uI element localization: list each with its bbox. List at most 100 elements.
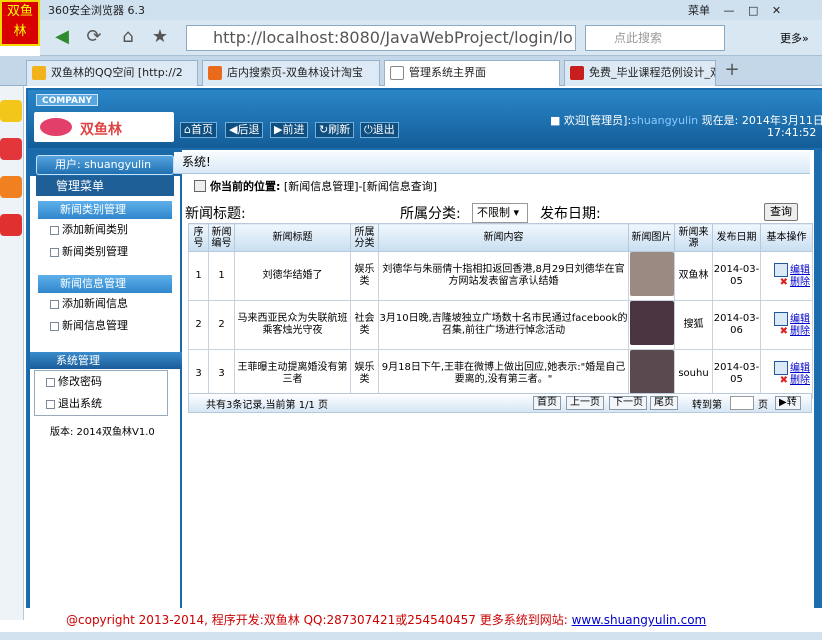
column-header: 新闻来源 [674,223,713,252]
back-button[interactable]: ◀后退 [225,122,264,138]
clock: 17:41:52 [767,126,817,139]
group-system[interactable]: 系统管理 [30,352,182,369]
logout-button-label: 退出 [372,123,395,136]
table-row: 2 2 马来西亚民众为失联航班乘客烛光守夜 社会类 3月10日晚,吉隆坡独立广场数十名市… [188,300,813,350]
last-page-button[interactable]: 尾页 [650,396,678,410]
cell-seq: 3 [188,349,209,399]
menu-button[interactable]: 菜单 [688,4,710,17]
footer-text: @copyright 2013-2014, 程序开发:双鱼林 QQ:287307… [66,613,568,627]
tab-taobao[interactable]: 店内搜索页-双鱼林设计淘宝 [202,60,380,86]
edit-link[interactable]: 编辑 [761,312,812,326]
first-page-button[interactable]: 首页 [533,396,561,410]
pager-summary: 共有3条记录,当前第 1/1 页 [206,400,328,411]
sidebar-item-news-manage[interactable]: 新闻信息管理 [50,317,128,335]
table-header: 序号 新闻编号 新闻标题 所属分类 新闻内容 新闻图片 新闻来源 发布日期 基本操作 [188,223,813,252]
next-page-button[interactable]: 下一页 [609,396,647,410]
version-text: 版本: 2014双鱼林V1.0 [50,427,155,438]
cell-content: 3月10日晚,吉隆坡独立广场数十名市民通过facebook的召集,前往广场进行悼… [378,300,629,350]
column-header: 新闻图片 [628,223,675,252]
cell-category: 娱乐类 [350,349,379,399]
forward-button[interactable]: ▶前进 [270,122,309,138]
refresh-button[interactable]: ↻刷新 [315,122,355,138]
address-text: http://localhost:8080/JavaWebProject/log… [213,28,573,47]
sidebar-item-logout[interactable]: 退出系统 [46,395,102,413]
window-title: 360安全浏览器 6.3 [48,4,145,17]
column-header: 序号 [188,223,209,252]
delete-link[interactable]: 删除 [761,277,812,289]
cell-category: 社会类 [350,300,379,350]
close-icon[interactable]: ✕ [772,4,781,17]
home-icon[interactable]: ⌂ [116,25,140,49]
company-badge: COMPANY [36,94,98,106]
location-icon [194,180,206,192]
news-image [629,301,674,345]
more-button[interactable]: 更多» [780,30,809,46]
group-news-info[interactable]: 新闻信息管理 [38,275,172,293]
cell-date: 2014-03-05 [712,251,761,301]
goto-page-input[interactable] [730,396,754,410]
edit-link[interactable]: 编辑 [761,361,812,375]
weibo-icon[interactable] [0,138,22,160]
goto-button[interactable]: ▶转 [775,396,801,410]
menu-title: 管理菜单 [36,176,174,196]
column-header: 新闻标题 [234,223,351,252]
cell-seq: 2 [188,300,209,350]
footer: @copyright 2013-2014, 程序开发:双鱼林 QQ:287307… [26,608,822,632]
breadcrumb: 你当前的位置: [新闻信息管理]-[新闻信息查询] [210,178,437,194]
brand-text: 双鱼林 [80,122,122,138]
mail-icon[interactable] [0,176,22,198]
cell-id: 1 [208,251,235,301]
prev-page-button[interactable]: 上一页 [566,396,604,410]
sidebar-item-change-password[interactable]: 修改密码 [46,373,102,391]
news-table: 序号 新闻编号 新闻标题 所属分类 新闻内容 新闻图片 新闻来源 发布日期 基本操作 1 1 刘德华… [188,223,813,399]
app-icon[interactable] [0,214,22,236]
edit-link[interactable]: 编辑 [761,263,812,277]
favorite-icon[interactable]: ★ [148,25,172,49]
goto-label: 转到第 [692,400,722,411]
browser-navbar: ◀ ⟳ ⌂ ★ http://localhost:8080/JavaWebPro… [40,20,822,56]
window-controls: 菜单 — □ ✕ [688,2,818,18]
cell-date: 2014-03-05 [712,349,761,399]
category-select[interactable]: 不限制 ▾ [472,203,528,223]
sidebar-item-add-category[interactable]: 添加新闻类别 [50,221,128,239]
footer-link[interactable]: www.shuangyulin.com [572,613,707,627]
cell-date: 2014-03-06 [712,300,761,350]
refresh-button-label: 刷新 [328,123,351,136]
delete-link[interactable]: 删除 [761,326,812,338]
sidebar-item-category-manage[interactable]: 新闻类别管理 [50,243,128,261]
group-news-category[interactable]: 新闻类别管理 [38,201,172,219]
minimize-icon[interactable]: — [724,4,735,17]
home-button[interactable]: ⌂首页 [180,122,217,138]
logo-line1: 双鱼 [6,4,33,19]
back-icon[interactable]: ◀ [50,25,74,49]
column-header: 发布日期 [712,223,761,252]
refresh-icon[interactable]: ⟳ [82,25,106,49]
site-icon [570,66,584,80]
tab-qq-space[interactable]: 双鱼林的QQ空间 [http://2 [26,60,198,86]
column-header: 所属分类 [350,223,379,252]
column-header: 基本操作 [760,223,813,252]
home-button-label: 首页 [190,123,213,136]
tab-free-courses[interactable]: 免费_毕业课程范例设计_双 [564,60,716,86]
logout-button[interactable]: ⏻退出 [360,122,399,138]
breadcrumb-label: 你当前的位置: [210,180,281,193]
logo-line2: 林 [13,24,27,39]
news-image [629,252,674,296]
new-tab-icon[interactable]: + [720,58,744,82]
cell-actions: 编辑删除 [760,251,813,301]
tab-admin[interactable]: 管理系统主界面 [384,60,560,86]
maximize-icon[interactable]: □ [748,4,758,17]
query-button[interactable]: 查询 [764,203,798,221]
sidebar-item-add-news[interactable]: 添加新闻信息 [50,295,128,313]
address-bar[interactable]: http://localhost:8080/JavaWebProject/log… [186,25,576,51]
star-icon [32,66,46,80]
fish-logo-icon [40,118,72,136]
welcome-prefix: 欢迎[管理员]: [563,114,632,127]
delete-link[interactable]: 删除 [761,375,812,387]
cell-source: souhu [674,349,713,399]
sidebar-strip [0,86,24,620]
back-button-label: 后退 [237,123,260,136]
status-bar [0,632,822,640]
search-input[interactable]: 点此搜索 [585,25,725,51]
favorites-icon[interactable] [0,100,22,122]
